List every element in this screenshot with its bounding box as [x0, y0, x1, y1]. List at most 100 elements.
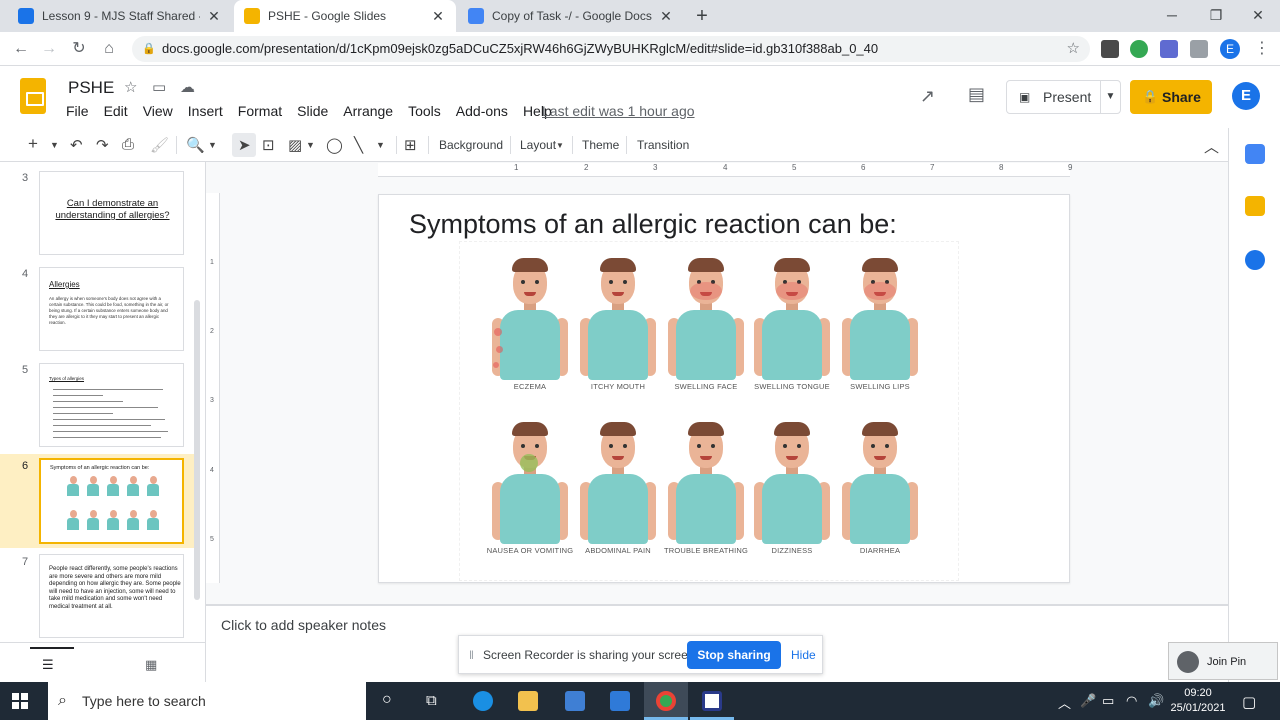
grid-view-icon[interactable]: ▦: [145, 657, 157, 673]
text-box-icon[interactable]: ⊡: [262, 136, 275, 154]
document-title[interactable]: PSHE: [68, 78, 114, 98]
new-slide-dropdown-icon[interactable]: ▼: [50, 140, 59, 150]
address-bar[interactable]: 🔒 docs.google.com/presentation/d/1cKpm09…: [132, 36, 1090, 62]
menu-view[interactable]: View: [143, 103, 173, 119]
hide-button[interactable]: Hide: [791, 648, 816, 662]
notifications-icon[interactable]: ▢: [1242, 693, 1256, 711]
windows-start-icon[interactable]: [12, 693, 28, 709]
taskbar-clock[interactable]: 09:20 25/01/2021: [1168, 686, 1228, 716]
puzzle-extensions-icon[interactable]: [1190, 40, 1208, 58]
stop-sharing-button[interactable]: Stop sharing: [687, 641, 781, 669]
filmstrip-view-icon[interactable]: ☰: [42, 657, 54, 673]
paint-format-icon[interactable]: 🖌: [150, 136, 169, 154]
screen-recorder-icon[interactable]: [702, 691, 722, 711]
layout-button[interactable]: Layout: [520, 138, 556, 152]
comments-icon[interactable]: ▤: [968, 84, 985, 105]
last-edit-link[interactable]: Last edit was 1 hour ago: [542, 103, 695, 119]
calendar-icon[interactable]: [1245, 144, 1265, 164]
home-button[interactable]: ⌂: [98, 38, 120, 60]
close-tab-icon[interactable]: ✕: [206, 8, 222, 25]
undo-icon[interactable]: ↶: [70, 136, 83, 154]
drag-handle-icon[interactable]: ‖: [469, 648, 474, 662]
bookmark-star-icon[interactable]: ☆: [1067, 36, 1080, 62]
background-button[interactable]: Background: [439, 138, 503, 152]
slide-thumbnail-4[interactable]: Allergies An allergy is when someone's b…: [39, 267, 184, 351]
close-window-button[interactable]: ✕: [1236, 0, 1280, 32]
share-button[interactable]: 🔒 Share: [1130, 80, 1212, 114]
minimize-button[interactable]: ─: [1150, 0, 1194, 32]
star-icon[interactable]: ☆: [124, 78, 137, 96]
extension-icon[interactable]: [1101, 40, 1119, 58]
back-button[interactable]: ←: [10, 38, 32, 60]
present-dropdown-icon[interactable]: ▼: [1100, 81, 1120, 113]
profile-avatar[interactable]: E: [1220, 39, 1240, 59]
taskbar-search[interactable]: ⌕ Type here to search: [48, 682, 366, 720]
store-icon[interactable]: [565, 691, 585, 711]
menu-tools[interactable]: Tools: [408, 103, 441, 119]
show-hidden-icons[interactable]: ︿: [1058, 693, 1071, 712]
move-folder-icon[interactable]: ▭: [152, 78, 166, 96]
activity-dashboard-icon[interactable]: ↗: [920, 86, 935, 107]
shape-icon[interactable]: ◯: [326, 136, 343, 154]
line-dropdown-icon[interactable]: ▼: [376, 140, 385, 150]
slide-thumbnail-5[interactable]: Types of allergies: [39, 363, 184, 447]
menu-edit[interactable]: Edit: [104, 103, 128, 119]
mail-icon[interactable]: [610, 691, 630, 711]
symptoms-illustration[interactable]: ECZEMA ITCHY MOUTH SWELLING FACE SWELLING T…: [459, 241, 959, 581]
slide-thumbnail-6[interactable]: Symptoms of an allergic reaction can be:: [39, 458, 184, 544]
new-tab-button[interactable]: +: [690, 4, 714, 28]
edge-icon[interactable]: [473, 691, 493, 711]
transition-button[interactable]: Transition: [637, 138, 689, 152]
browser-menu-icon[interactable]: ⋮: [1254, 38, 1270, 58]
slide-thumbnail-7[interactable]: People react differently, some people's …: [39, 554, 184, 638]
menu-slide[interactable]: Slide: [297, 103, 328, 119]
keep-icon[interactable]: [1245, 196, 1265, 216]
file-explorer-icon[interactable]: [518, 691, 538, 711]
print-icon[interactable]: ⎙: [122, 136, 134, 153]
browser-tab-lesson9[interactable]: Lesson 9 - MJS Staff Shared - Go ✕: [8, 0, 232, 32]
theme-button[interactable]: Theme: [582, 138, 619, 152]
image-icon[interactable]: ▨: [288, 136, 302, 154]
microphone-icon[interactable]: 🎤: [1080, 693, 1096, 709]
reload-button[interactable]: ↻: [68, 38, 90, 60]
line-icon[interactable]: ╲: [354, 136, 363, 154]
zoom-dropdown-icon[interactable]: ▼: [208, 140, 217, 150]
forward-button[interactable]: →: [38, 38, 60, 60]
tasks-icon[interactable]: [1245, 250, 1265, 270]
battery-icon[interactable]: ▭: [1102, 693, 1114, 709]
account-avatar[interactable]: E: [1232, 82, 1260, 110]
select-cursor-icon[interactable]: ➤: [238, 136, 251, 154]
task-view-icon[interactable]: ⧉: [426, 692, 437, 709]
restore-button[interactable]: ❐: [1194, 0, 1238, 32]
zoom-icon[interactable]: 🔍: [186, 136, 205, 154]
slides-logo-icon[interactable]: [20, 78, 46, 114]
redo-icon[interactable]: ↷: [96, 136, 109, 154]
join-pin-group-widget[interactable]: Join Pin Group: [1168, 642, 1278, 706]
menu-arrange[interactable]: Arrange: [343, 103, 393, 119]
volume-icon[interactable]: 🔊: [1148, 693, 1164, 709]
current-slide[interactable]: Symptoms of an allergic reaction can be:…: [378, 194, 1070, 583]
chrome-icon[interactable]: [656, 691, 676, 711]
menu-add-ons[interactable]: Add-ons: [456, 103, 508, 119]
wifi-icon[interactable]: ◠: [1126, 693, 1137, 709]
menu-format[interactable]: Format: [238, 103, 282, 119]
notes-divider[interactable]: [206, 604, 1228, 606]
slide-title[interactable]: Symptoms of an allergic reaction can be:: [409, 209, 897, 240]
filmstrip-scrollbar[interactable]: [194, 300, 200, 600]
slide-thumbnail-3[interactable]: Can I demonstrate an understanding of al…: [39, 171, 184, 255]
layout-dropdown-icon[interactable]: ▼: [556, 141, 564, 150]
close-tab-icon[interactable]: ✕: [658, 8, 674, 25]
browser-tab-pshe[interactable]: PSHE - Google Slides ✕: [234, 0, 456, 32]
collapse-toolbar-icon[interactable]: ︿: [1204, 136, 1219, 157]
cortana-icon[interactable]: ○: [382, 691, 392, 709]
drive-extension-icon[interactable]: [1130, 40, 1148, 58]
menu-file[interactable]: File: [66, 103, 89, 119]
new-slide-icon[interactable]: +: [28, 134, 38, 154]
add-comment-icon[interactable]: ⊞: [404, 136, 417, 154]
menu-insert[interactable]: Insert: [188, 103, 223, 119]
speaker-notes[interactable]: Click to add speaker notes: [221, 617, 386, 633]
image-dropdown-icon[interactable]: ▼: [306, 140, 315, 150]
present-button[interactable]: ▣ Present ▼: [1006, 80, 1121, 114]
screen-recorder-extension-icon[interactable]: [1160, 40, 1178, 58]
browser-tab-copy-of-task[interactable]: Copy of Task -/ - Google Docs ✕: [458, 0, 684, 32]
